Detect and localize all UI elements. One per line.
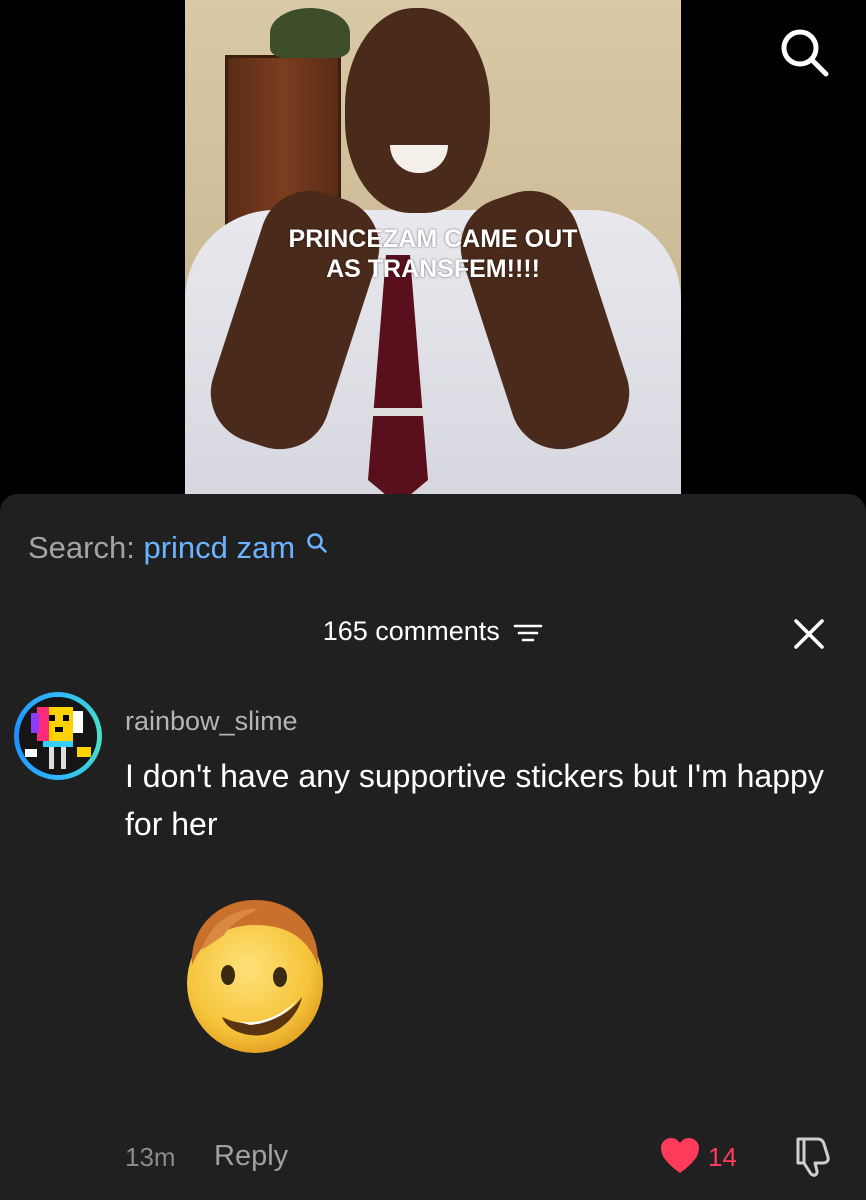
comment-username[interactable]: rainbow_slime [125,706,298,737]
related-search-label: Search: [28,530,135,565]
video-caption-line-2: AS TRANSFEM!!!! [326,255,540,283]
comments-count: 165 comments [322,616,500,646]
avatar[interactable] [14,692,102,780]
pixel-slime-avatar-image [19,697,97,775]
video-player[interactable]: PRINCEZAM CAME OUT AS TRANSFEM!!!! [185,0,681,500]
like-count: 14 [708,1142,737,1172]
dislike-icon[interactable] [792,1135,832,1177]
video-caption: PRINCEZAM CAME OUT AS TRANSFEM!!!! [185,224,681,284]
filter-icon[interactable] [513,621,543,645]
related-search-term[interactable]: princd zam [143,530,295,565]
smirking-face-sticker [187,900,323,1053]
comment-text: I don't have any supportive stickers but… [125,758,824,842]
reply-button[interactable]: Reply [214,1140,288,1173]
video-caption-line-1: PRINCEZAM CAME OUT [288,225,578,253]
avatar-image [19,697,97,775]
person-head [345,8,490,213]
close-icon[interactable] [790,615,828,653]
search-icon [306,533,327,553]
heart-icon[interactable] [660,1137,700,1175]
tie-clip [368,408,428,416]
background-plant [270,8,350,58]
search-icon[interactable] [778,26,830,78]
comment-time: 13m [125,1142,176,1172]
related-search[interactable]: Search: princd zam [28,530,328,566]
comments-count-row[interactable]: 165 comments [0,616,866,647]
